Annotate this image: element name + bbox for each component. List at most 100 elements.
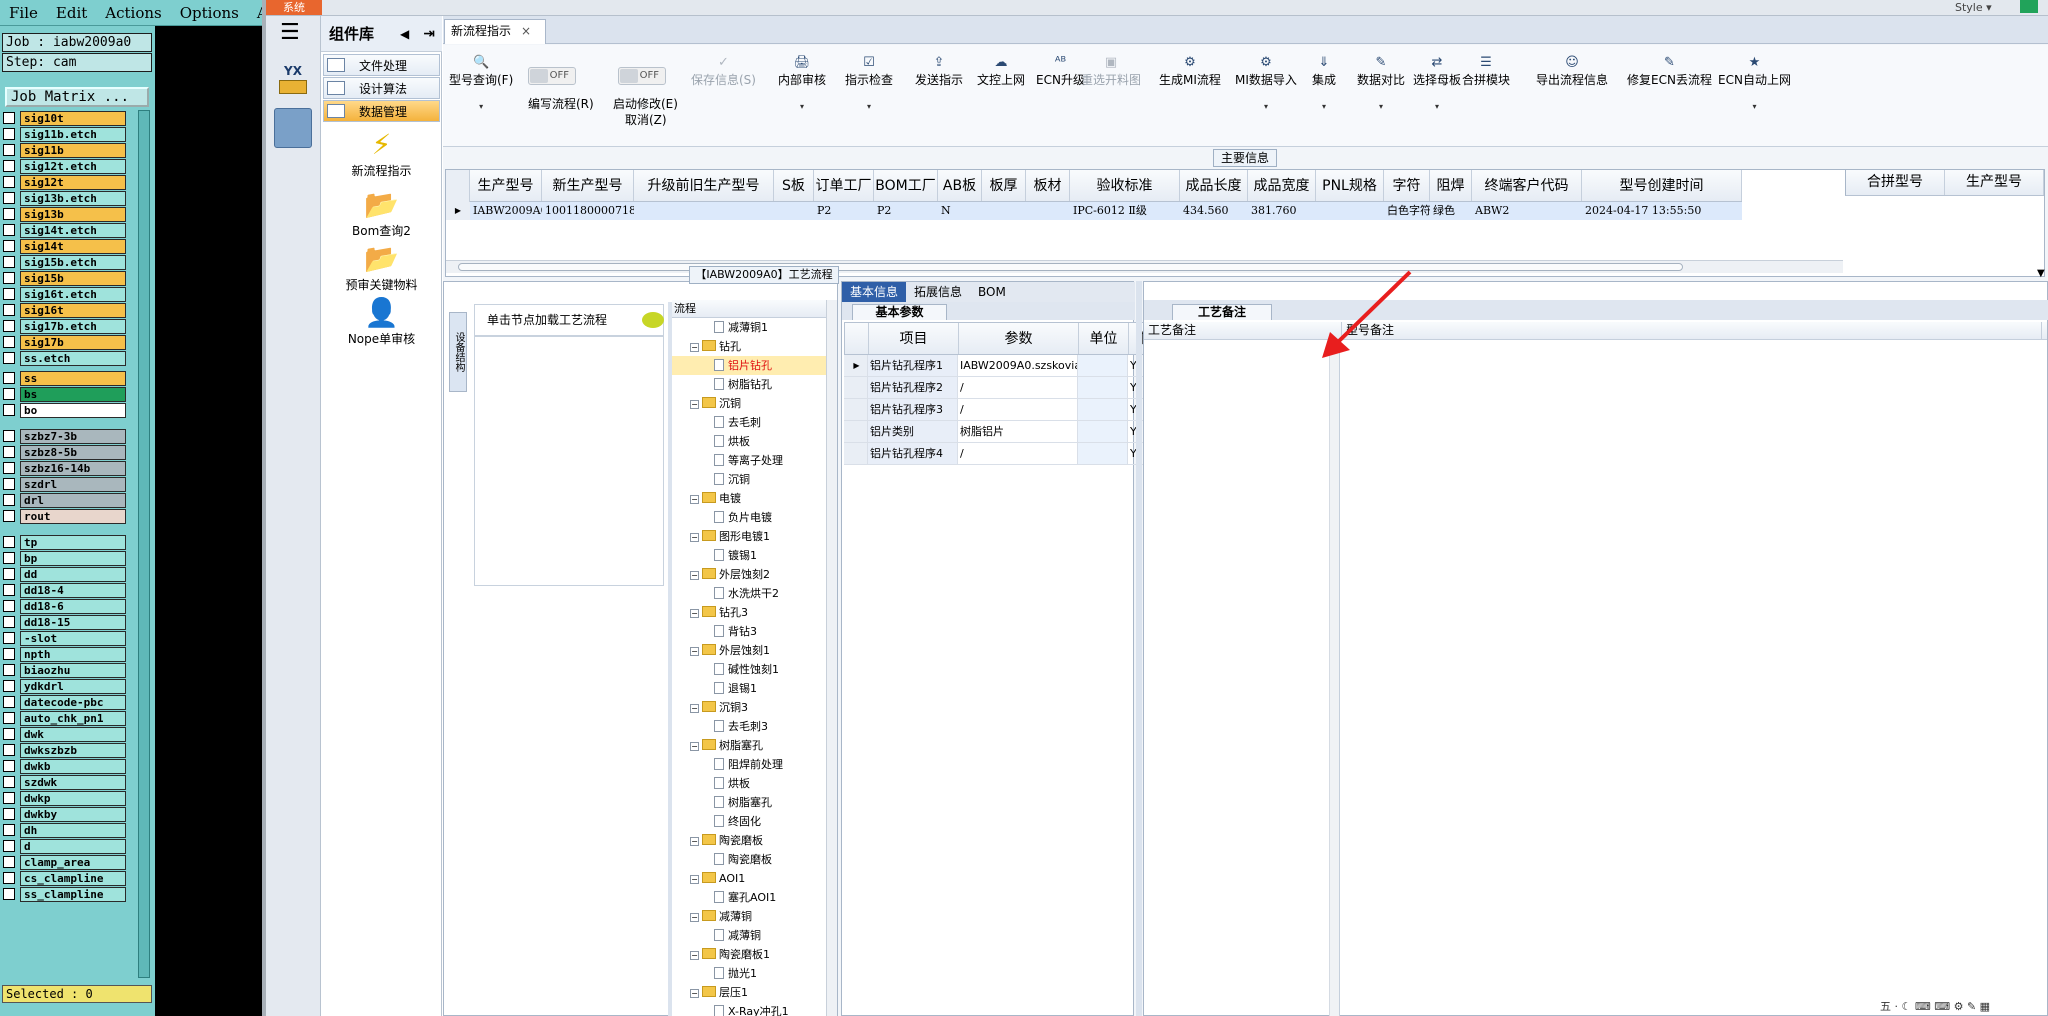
tree-node[interactable]: 塞孔AOI1 — [672, 888, 829, 907]
expand-minus-icon[interactable]: − — [690, 343, 699, 352]
layer-checkbox[interactable] — [3, 288, 15, 300]
tree-row[interactable]: −沉铜3P2吕建会方幸幸已审核 — [672, 698, 837, 717]
collapse-left-icon[interactable]: ◀ — [400, 27, 409, 41]
layer-row[interactable]: dh — [3, 822, 126, 838]
chevron-down-icon[interactable]: ▾ — [778, 102, 826, 111]
tree-row[interactable]: −层压1P2吕建会方幸幸已审核 — [672, 983, 837, 1002]
expand-minus-icon[interactable]: − — [690, 742, 699, 751]
component-item-file[interactable]: 文件处理 — [323, 54, 440, 76]
layer-row[interactable]: biaozhu — [3, 662, 126, 678]
tree-node[interactable]: − 电镀 — [672, 489, 829, 508]
system-tab[interactable]: 系统 — [266, 0, 322, 15]
layer-row[interactable]: bs — [3, 386, 126, 402]
info-cell[interactable]: 白色字符 — [1384, 202, 1430, 220]
layer-row[interactable]: dd18-15 — [3, 614, 126, 630]
tree-node[interactable]: − 沉铜 — [672, 394, 829, 413]
tree-row[interactable]: −沉铜P2吕建会方幸幸已审核 — [672, 394, 837, 413]
layer-checkbox[interactable] — [3, 728, 15, 740]
toolbar-btn-13[interactable]: ☰ 合拼模块 — [1462, 55, 1510, 88]
info-cell[interactable] — [634, 202, 774, 220]
tree-row[interactable]: −树脂塞孔P2吕建会方幸幸已审核 — [672, 736, 837, 755]
tool-pre-review[interactable]: 📂 预审关键物料 — [321, 242, 442, 293]
tree-node[interactable]: 烘板 — [672, 432, 829, 451]
layer-checkbox[interactable] — [3, 224, 15, 236]
expand-minus-icon[interactable]: − — [690, 609, 699, 618]
toolbar-btn-3[interactable]: ☑ 指示检查 ▾ — [845, 55, 893, 111]
info-cell[interactable] — [982, 202, 1026, 220]
param-unit[interactable] — [1078, 443, 1128, 464]
info-cell[interactable] — [1316, 202, 1384, 220]
tree-node[interactable]: 等离子处理 — [672, 451, 829, 470]
tree-row[interactable]: 负片电镀P2吕建会方幸幸已审核 — [672, 508, 837, 527]
tree-node[interactable]: 背钻3 — [672, 622, 829, 641]
expand-minus-icon[interactable]: − — [690, 913, 699, 922]
layer-checkbox[interactable] — [3, 112, 15, 124]
main-info-hscroll[interactable] — [446, 260, 1843, 273]
info-cell[interactable]: 381.760 — [1248, 202, 1316, 220]
chevron-down-icon[interactable]: ▾ — [449, 102, 513, 111]
layer-checkbox[interactable] — [3, 446, 15, 458]
toolbar-btn-0[interactable]: 🔍 型号查询(F) ▾ — [449, 55, 513, 111]
tree-row[interactable]: 等离子处理P2吕建会方幸幸已审核 — [672, 451, 837, 470]
layer-checkbox[interactable] — [3, 160, 15, 172]
tree-row[interactable]: −电镀P2吕建会方幸幸已审核 — [672, 489, 837, 508]
layer-checkbox[interactable] — [3, 696, 15, 708]
toolbar-btn-11[interactable]: ✎ 数据对比 ▾ — [1357, 55, 1405, 111]
cam-menu-edit[interactable]: Edit — [47, 4, 96, 22]
layer-checkbox[interactable] — [3, 128, 15, 140]
expand-minus-icon[interactable]: − — [690, 495, 699, 504]
pin-icon[interactable]: ⇥ — [423, 26, 435, 42]
layer-checkbox[interactable] — [3, 510, 15, 522]
layer-checkbox[interactable] — [3, 404, 15, 416]
layer-row[interactable]: npth — [3, 646, 126, 662]
tree-row[interactable]: 减薄铜P2吕建会方幸幸已审核 — [672, 926, 837, 945]
param-unit[interactable] — [1078, 355, 1128, 376]
yx-logo-icon[interactable]: YX — [276, 64, 310, 104]
tree-row[interactable]: −图形电镀1P2吕建会方幸幸已审核 — [672, 527, 837, 546]
tree-row[interactable]: 碱性蚀刻1P2吕建会方幸幸已审核 — [672, 660, 837, 679]
param-unit[interactable] — [1078, 399, 1128, 420]
tree-row[interactable]: 烘板P2吕建会方幸幸已审核 — [672, 432, 837, 451]
info-cell[interactable]: 2024-04-17 13:55:50 — [1582, 202, 1742, 220]
tree-row[interactable]: 终固化P2吕建会方幸幸已审核 — [672, 812, 837, 831]
info-cell[interactable]: N — [938, 202, 982, 220]
tree-node[interactable]: − 树脂塞孔 — [672, 736, 829, 755]
basic-tab-0[interactable]: 基本信息 — [842, 282, 907, 302]
basic-param-row[interactable]: ▶ 铝片钻孔程序1 IABW2009A0.szskovia Y — [844, 355, 1178, 377]
layer-row[interactable]: auto_chk_pn1 — [3, 710, 126, 726]
tree-row[interactable]: 铝片钻孔P2回退 — [672, 356, 837, 375]
info-col-header[interactable]: 板材 — [1026, 170, 1070, 201]
job-matrix-button[interactable]: Job Matrix ... — [5, 87, 149, 107]
layer-row[interactable]: sig14t.etch — [3, 222, 126, 238]
tree-row[interactable]: 水洗烘干2P2吕建会方幸幸已审核 — [672, 584, 837, 603]
chevron-down-icon[interactable]: ▾ — [1312, 102, 1336, 111]
layer-row[interactable]: bp — [3, 550, 126, 566]
layer-checkbox[interactable] — [3, 760, 15, 772]
tree-row[interactable]: −钻孔P2吕建会已编写 — [672, 337, 837, 356]
tree-node[interactable]: 烘板 — [672, 774, 829, 793]
tree-node[interactable]: 退锡1 — [672, 679, 829, 698]
toolbar-btn-2[interactable]: 🖨 内部审核 ▾ — [778, 55, 826, 111]
tree-row[interactable]: 去毛刺3P2吕建会方幸幸已审核 — [672, 717, 837, 736]
layer-checkbox[interactable] — [3, 320, 15, 332]
layer-row[interactable]: dd — [3, 566, 126, 582]
tree-row[interactable]: 树脂塞孔P2吕建会方幸幸已审核 — [672, 793, 837, 812]
layer-row[interactable]: sig15b.etch — [3, 254, 126, 270]
tree-node[interactable]: − 外层蚀刻2 — [672, 565, 829, 584]
layer-checkbox[interactable] — [3, 776, 15, 788]
layer-row[interactable]: sig12t — [3, 174, 126, 190]
layer-row[interactable]: sig17b — [3, 334, 126, 350]
layer-checkbox[interactable] — [3, 840, 15, 852]
info-col-header[interactable]: BOM工厂 — [874, 170, 938, 201]
tree-node[interactable]: − 外层蚀刻1 — [672, 641, 829, 660]
cam-canvas[interactable] — [155, 26, 262, 1016]
layer-checkbox[interactable] — [3, 856, 15, 868]
toolbar-btn-8[interactable]: ⚙ 生成MI流程 — [1159, 55, 1221, 88]
layer-row[interactable]: dwkszbzb — [3, 742, 126, 758]
layer-row[interactable]: sig13b — [3, 206, 126, 222]
toolbar-btn-7[interactable]: ▣ 重选开料图 — [1081, 55, 1141, 88]
tree-node[interactable]: − 沉铜3 — [672, 698, 829, 717]
cam-menu-actions[interactable]: Actions — [96, 4, 170, 22]
layer-checkbox[interactable] — [3, 568, 15, 580]
layer-checkbox[interactable] — [3, 888, 15, 900]
